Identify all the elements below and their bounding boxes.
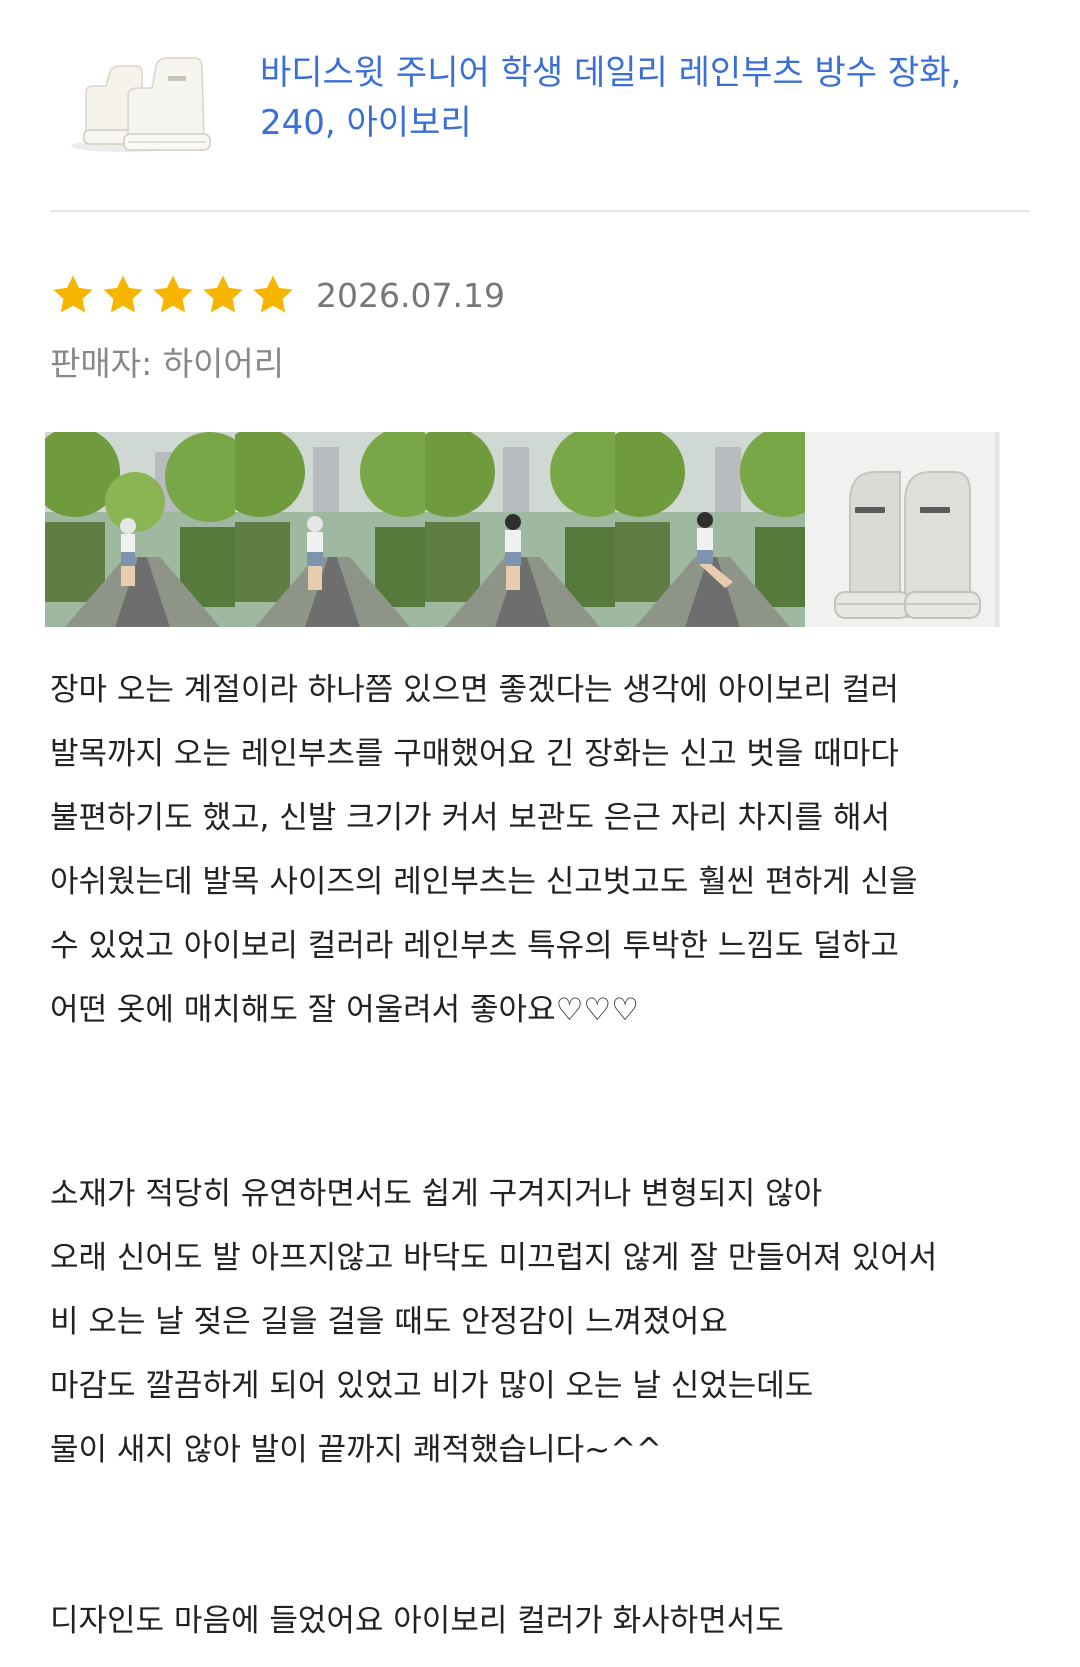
star-icon (53, 275, 93, 313)
review-photo[interactable] (235, 432, 430, 627)
star-icon (103, 275, 143, 313)
review-paragraph: 디자인도 마음에 들었어요 아이보리 컬러가 화사하면서도 (50, 1603, 784, 1639)
seller-name: 판매자: 하이어리 (50, 344, 285, 383)
review-photo[interactable] (615, 432, 810, 627)
review-photo[interactable] (425, 432, 620, 627)
product-thumbnail[interactable] (66, 42, 216, 157)
review-photo[interactable] (805, 432, 1000, 627)
star-icon (153, 275, 193, 313)
divider (50, 210, 1030, 212)
review-paragraph: 장마 오는 계절이라 하나쯤 있으면 좋겠다는 생각에 아이보리 컬러 발목까지… (50, 672, 918, 1028)
review-photo-strip[interactable] (45, 432, 1045, 627)
review-photo[interactable] (45, 432, 240, 627)
star-icon (253, 275, 293, 313)
review-date: 2026.07.19 (316, 276, 505, 315)
product-header[interactable]: 바디스윗 주니어 학생 데일리 레인부츠 방수 장화, 240, 아이보리 (50, 30, 1030, 180)
scroll-edge (995, 432, 999, 627)
product-title[interactable]: 바디스윗 주니어 학생 데일리 레인부츠 방수 장화, 240, 아이보리 (260, 48, 1020, 148)
review-paragraph: 소재가 적당히 유연하면서도 쉽게 구겨지거나 변형되지 않아 오래 신어도 발… (50, 1176, 938, 1468)
star-icon (203, 275, 243, 313)
